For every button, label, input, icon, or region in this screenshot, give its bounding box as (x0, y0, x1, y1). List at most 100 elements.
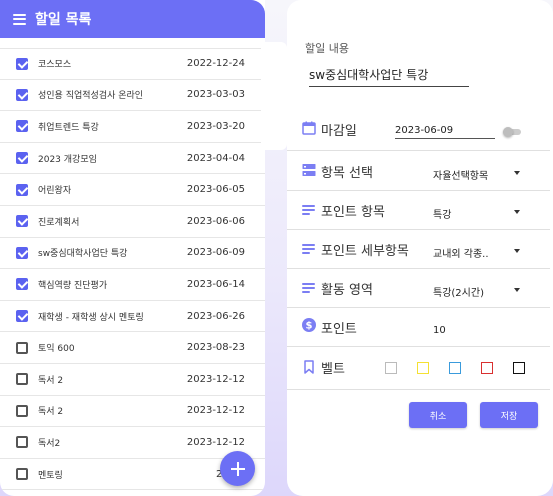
point-detail-select-value[interactable]: 교내외 각종.. (433, 245, 489, 260)
item-name: 핵심역량 진단평가 (38, 280, 108, 291)
list-item[interactable]: 성인용 직업적성검사 온라인 2023-03-03 (0, 80, 265, 112)
item-date: 2023-06-26 (186, 310, 245, 322)
item-name: 코스모스 (38, 60, 72, 71)
item-date: 2023-06-14 (186, 278, 245, 290)
item-name: 성인용 직업적성검사 온라인 (38, 91, 144, 102)
subject-icon (302, 241, 316, 255)
checkbox-checked[interactable] (16, 246, 28, 259)
app-bar: 할일 목록 (0, 0, 265, 38)
item-name: 2023 개강모임 (38, 154, 97, 165)
belt-color-blue[interactable] (449, 362, 461, 374)
item-name: 재학생 - 재학생 상시 멘토링 (38, 312, 144, 323)
list-item[interactable]: 재학생 - 재학생 상시 멘토링 2023-06-26 (0, 301, 265, 333)
item-date: 2023-03-03 (186, 89, 245, 101)
checkbox[interactable] (16, 436, 28, 449)
item-date: 2023-03-20 (186, 120, 245, 132)
list-item[interactable]: 진로계획서 2023-06-06 (0, 206, 265, 238)
list-item[interactable]: 토익 600 2023-08-23 (0, 332, 265, 364)
add-button[interactable] (220, 451, 255, 486)
checkbox-checked[interactable] (16, 278, 28, 291)
deadline-input[interactable]: 2023-06-09 (395, 125, 495, 139)
item-name: 진로계획서 (38, 217, 80, 228)
list-item[interactable]: 어린왕자 2023-06-05 (0, 174, 265, 206)
item-date: 2023-12-12 (186, 405, 245, 417)
checkbox-checked[interactable] (16, 183, 28, 196)
item-name: 어린왕자 (38, 186, 72, 197)
deadline-label: 마감일 (321, 124, 357, 139)
checkbox-checked[interactable] (16, 88, 28, 101)
checkbox-checked[interactable] (16, 120, 28, 133)
plus-icon (230, 461, 245, 476)
todo-list: 코스모스 2022-12-24 성인용 직업적성검사 온라인 2023-03-03 취업… (0, 48, 265, 491)
todo-detail-panel: 할일 내용 sw중심대학사업단 특강 마감일 2023-06-09 항목 선택 … (287, 0, 553, 496)
checkbox[interactable] (16, 373, 28, 386)
chevron-down-icon[interactable] (514, 249, 520, 253)
checkbox[interactable] (16, 341, 28, 354)
belt-color-red[interactable] (481, 362, 493, 374)
point-detail-label: 포인트 세부항목 (321, 244, 409, 259)
belt-color-yellow[interactable] (417, 362, 429, 374)
svg-text:$: $ (306, 321, 313, 332)
point-value: 10 (433, 325, 446, 336)
dollar-icon: $ (302, 318, 316, 332)
item-name: 독서 2 (38, 375, 64, 386)
item-name: 멘토링 (38, 470, 63, 481)
item-name: sw중심대학사업단 특강 (38, 249, 128, 260)
chevron-down-icon[interactable] (514, 210, 520, 214)
subject-icon (302, 202, 316, 216)
checkbox-checked[interactable] (16, 152, 28, 165)
bookmark-icon (304, 360, 314, 374)
checkbox-checked[interactable] (16, 57, 28, 70)
storage-icon (302, 164, 316, 176)
list-item[interactable]: 독서2 2023-12-12 (0, 427, 265, 459)
item-date: 2022-12-24 (186, 58, 245, 70)
deadline-toggle[interactable] (503, 127, 521, 137)
chevron-down-icon[interactable] (514, 288, 520, 292)
item-date: 2023-06-05 (186, 184, 245, 196)
chevron-down-icon[interactable] (514, 171, 520, 175)
item-date: 2023-12-12 (186, 436, 245, 448)
cancel-button[interactable]: 취소 (409, 402, 467, 428)
category-row[interactable]: 항목 선택 자율선택항목 (287, 153, 550, 191)
deadline-row: 마감일 2023-06-09 (287, 113, 550, 151)
list-item[interactable]: 2023 개강모임 2023-04-04 (0, 143, 265, 175)
item-date: 2023-08-23 (186, 342, 245, 354)
list-item[interactable]: 독서 2 2023-12-12 (0, 396, 265, 428)
item-date: 2023-06-06 (186, 215, 245, 227)
checkbox-checked[interactable] (16, 215, 28, 228)
belt-color-black[interactable] (513, 362, 525, 374)
list-item[interactable]: 코스모스 2022-12-24 (0, 48, 265, 80)
point-item-label: 포인트 항목 (321, 205, 385, 220)
checkbox-checked[interactable] (16, 310, 28, 323)
panel-edge (261, 42, 287, 150)
item-name: 취업트렌드 특강 (38, 122, 99, 133)
item-name: 독서2 (38, 438, 61, 449)
belt-color-gray[interactable] (385, 362, 397, 374)
point-detail-row[interactable]: 포인트 세부항목 교내외 각종.. (287, 231, 550, 269)
item-name: 독서 2 (38, 407, 64, 418)
point-label: 포인트 (321, 322, 357, 337)
point-row: $ 포인트 10 (287, 309, 550, 347)
save-button[interactable]: 저장 (480, 402, 538, 428)
item-date: 2023-12-12 (186, 373, 245, 385)
checkbox[interactable] (16, 468, 28, 481)
activity-label: 활동 영역 (321, 283, 373, 298)
item-date: 2023-04-04 (186, 152, 245, 164)
content-input[interactable]: sw중심대학사업단 특강 (309, 66, 469, 87)
checkbox[interactable] (16, 404, 28, 417)
activity-row[interactable]: 활동 영역 특강(2시간) (287, 270, 550, 308)
item-date: 2023-06-09 (186, 247, 245, 259)
list-item[interactable]: 취업트렌드 특강 2023-03-20 (0, 111, 265, 143)
list-item[interactable]: 독서 2 2023-12-12 (0, 364, 265, 396)
list-item[interactable]: 핵심역량 진단평가 2023-06-14 (0, 269, 265, 301)
subject-icon (302, 280, 316, 294)
menu-icon[interactable] (13, 13, 26, 25)
point-item-row[interactable]: 포인트 항목 특강 (287, 192, 550, 230)
point-item-select-value[interactable]: 특강 (433, 206, 451, 221)
activity-select-value[interactable]: 특강(2시간) (433, 284, 484, 299)
calendar-icon (302, 121, 316, 135)
item-name: 토익 600 (38, 344, 75, 355)
list-item[interactable]: sw중심대학사업단 특강 2023-06-09 (0, 238, 265, 270)
category-select-value[interactable]: 자율선택항목 (433, 167, 488, 182)
app-title: 할일 목록 (35, 12, 92, 28)
